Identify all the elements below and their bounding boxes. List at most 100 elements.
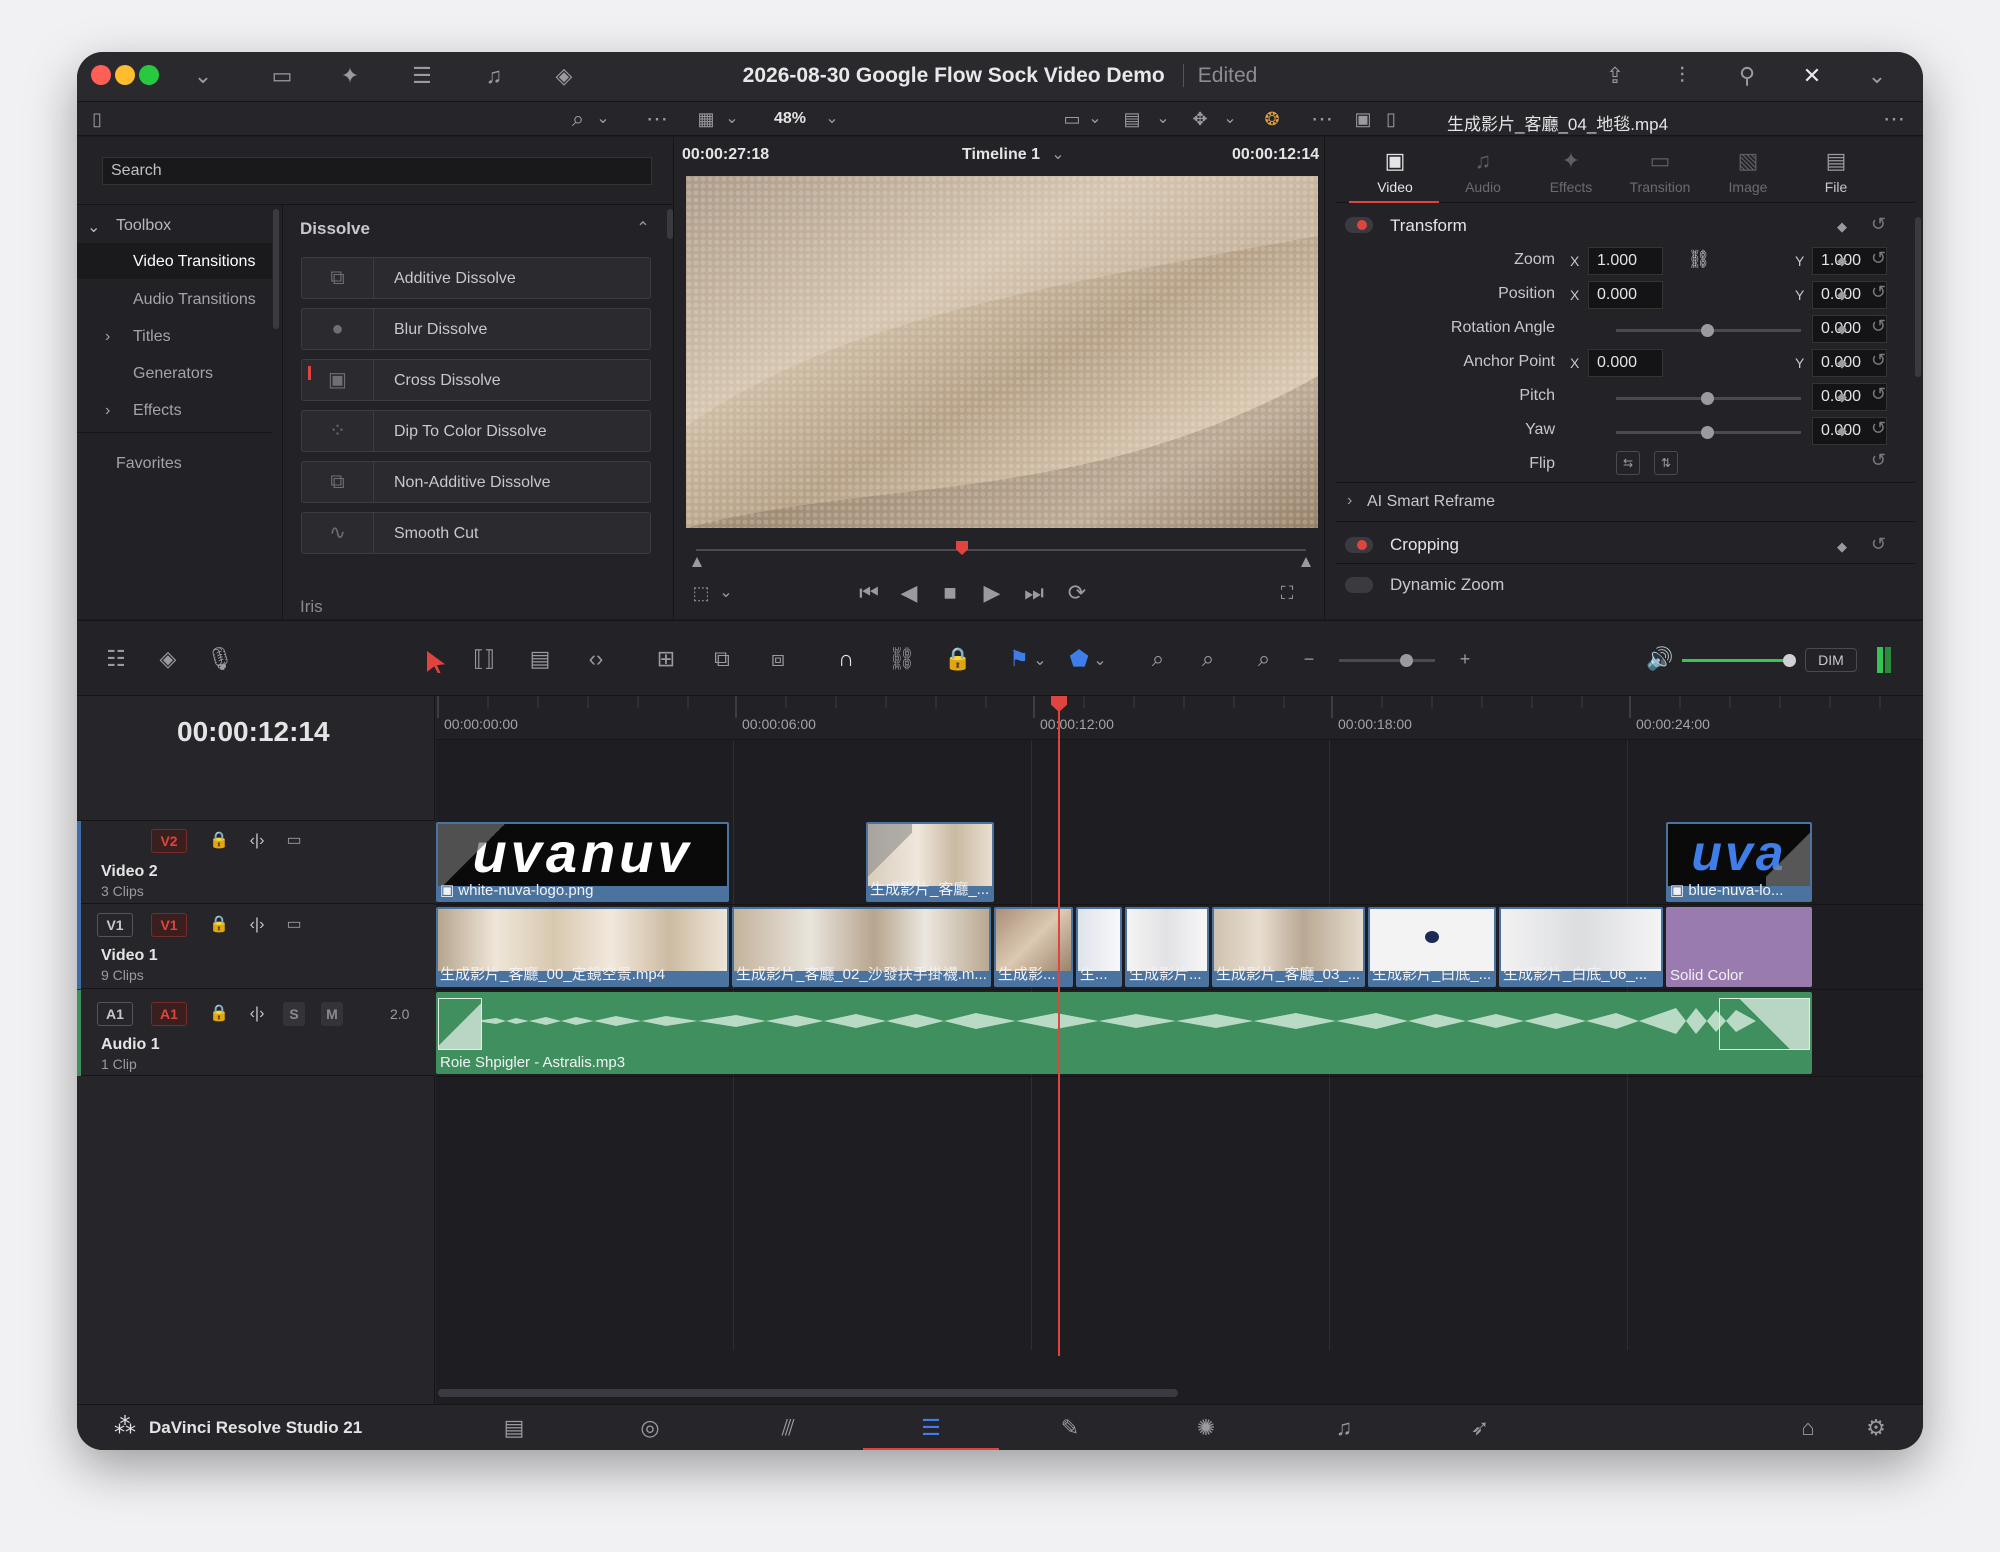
keyframe-diamond-icon[interactable]: ◆ xyxy=(1837,253,1847,269)
lock-icon[interactable]: 🔒 xyxy=(209,913,229,937)
source-patch-a1[interactable]: A1 xyxy=(97,1002,133,1026)
dim-button[interactable]: DIM xyxy=(1805,648,1857,672)
share-icon[interactable]: ⇪ xyxy=(1600,64,1630,88)
transform-toggle[interactable] xyxy=(1345,217,1373,233)
skip-to-end-icon[interactable]: ⏭ xyxy=(1019,581,1049,605)
search-icon[interactable]: ⌕ xyxy=(565,107,591,131)
dynamic-zoom-toggle[interactable] xyxy=(1345,577,1373,593)
timeline-clip-v1[interactable]: 生成影片_客廳_02_沙發扶手掛襪.m... xyxy=(732,907,991,987)
dynamic-zoom-section-header[interactable]: Dynamic Zoom xyxy=(1390,575,1504,595)
lock-icon[interactable]: 🔒 xyxy=(209,829,229,853)
track-destination-a1[interactable]: A1 xyxy=(151,1002,187,1026)
keyframe-diamond-icon[interactable]: ◆ xyxy=(1837,423,1847,439)
tree-item-titles[interactable]: Titles xyxy=(133,328,171,346)
timeline-clip-v1[interactable]: 生成影片_白底_... xyxy=(1368,907,1496,987)
reset-icon[interactable]: ↺ xyxy=(1871,282,1886,303)
color-wheel-icon[interactable]: ❂ xyxy=(1257,107,1287,131)
blade-icon[interactable]: ‹› xyxy=(579,647,613,671)
timeline-clip-solid-color[interactable]: Solid Color xyxy=(1666,907,1812,987)
replace-clip-icon[interactable]: ⧈ xyxy=(761,647,795,671)
collapse-icon[interactable]: ⌃ xyxy=(633,217,653,241)
tree-item-toolbox[interactable]: Toolbox xyxy=(116,217,171,235)
mute-button[interactable]: M xyxy=(321,1002,343,1026)
timeline-clip-v2[interactable]: 生成影片_客廳_... xyxy=(866,822,994,902)
auto-select-icon[interactable]: ‹|› xyxy=(243,1002,271,1026)
link-icon[interactable]: ⛓ xyxy=(1687,247,1711,271)
reset-icon[interactable]: ↺ xyxy=(1871,316,1886,337)
aspect-ratio-icon[interactable]: ▭ xyxy=(1057,107,1087,131)
keyframe-diamond-icon[interactable]: ◆ xyxy=(1837,321,1847,337)
more-options-icon[interactable]: ⋯ xyxy=(1307,107,1337,131)
solo-button[interactable]: S xyxy=(283,1002,305,1026)
viewer-zoom-select[interactable]: 48% xyxy=(774,110,806,128)
timeline-clip-v1[interactable]: 生成影片_客廳_03_... xyxy=(1212,907,1365,987)
loop-icon[interactable]: ⟳ xyxy=(1062,581,1092,605)
chevron-down-icon[interactable]: ⌄ xyxy=(722,107,742,131)
chevron-right-icon[interactable]: › xyxy=(1347,492,1352,510)
more-options-icon[interactable]: ⋯ xyxy=(642,107,672,131)
zoom-detail-icon[interactable]: ⌕ xyxy=(1191,647,1225,671)
chevron-down-icon[interactable]: ⌄ xyxy=(716,581,736,605)
scrollbar[interactable] xyxy=(273,209,279,329)
timeline-options-icon[interactable]: ☷ xyxy=(99,647,133,671)
ai-smart-reframe-section[interactable]: AI Smart Reframe xyxy=(1367,493,1495,511)
cropping-toggle[interactable] xyxy=(1345,537,1373,553)
chevron-down-icon[interactable]: ⌄ xyxy=(1153,107,1173,131)
fairlight-page-icon[interactable]: ⫻ xyxy=(771,1416,805,1440)
stop-icon[interactable]: ■ xyxy=(937,581,963,605)
fusion-page-icon[interactable]: ✎ xyxy=(1053,1416,1087,1440)
auto-select-icon[interactable]: ‹|› xyxy=(243,913,271,937)
chevron-right-icon[interactable]: › xyxy=(105,328,110,346)
transition-cross-dissolve[interactable]: ▣ Cross Dissolve xyxy=(301,359,651,401)
inspector-icon[interactable]: ✕ xyxy=(1797,64,1827,88)
scrollbar[interactable] xyxy=(1915,217,1921,377)
toolbox-chevron-icon[interactable]: ⌄ xyxy=(87,217,100,237)
timeline-clip-v2[interactable]: uva ▣ blue-nuva-lo... xyxy=(1666,822,1812,902)
tab-audio[interactable]: Audio xyxy=(1455,179,1511,195)
tab-video[interactable]: Video xyxy=(1375,179,1415,195)
track-destination-v1[interactable]: V1 xyxy=(151,913,187,937)
tab-image[interactable]: Image xyxy=(1718,179,1778,195)
tree-item-favorites[interactable]: Favorites xyxy=(116,455,182,473)
yaw-slider-knob[interactable] xyxy=(1701,426,1714,439)
transition-non-additive-dissolve[interactable]: ⧉ Non-Additive Dissolve xyxy=(301,461,651,503)
reset-icon[interactable]: ↺ xyxy=(1871,450,1886,471)
position-x-field[interactable]: 0.000 xyxy=(1588,281,1663,309)
metadata-icon[interactable]: ⚲ xyxy=(1732,64,1762,88)
edit-page-tab[interactable]: ☰ xyxy=(863,1405,999,1450)
reset-icon[interactable]: ↺ xyxy=(1871,350,1886,371)
transition-blur-dissolve[interactable]: ● Blur Dissolve xyxy=(301,308,651,350)
tree-item-generators[interactable]: Generators xyxy=(133,365,213,383)
keyframe-diamond-icon[interactable]: ◆ xyxy=(1837,389,1847,405)
zoom-x-field[interactable]: 1.000 xyxy=(1588,247,1663,275)
keyframe-diamond-icon[interactable]: ◆ xyxy=(1837,355,1847,371)
scrubber-playhead[interactable] xyxy=(956,541,968,555)
skip-to-start-icon[interactable]: ⏮ xyxy=(854,581,884,605)
flip-horizontal-icon[interactable]: ⇆ xyxy=(1616,451,1640,475)
image-icon[interactable]: ▣ xyxy=(1350,107,1376,131)
chevron-down-icon[interactable]: ⌄ xyxy=(1085,107,1105,131)
timeline-scrollbar[interactable] xyxy=(438,1389,1178,1397)
video-preview[interactable] xyxy=(686,176,1318,528)
tab-effects[interactable]: Effects xyxy=(1541,179,1601,195)
timeline-clip-v1[interactable]: 生成影片_客廳_00_定鏡空景.mp4 xyxy=(436,907,729,987)
keyframe-diamond-icon[interactable]: ◆ xyxy=(1837,287,1847,303)
lock-icon[interactable]: 🔒 xyxy=(941,647,975,671)
lock-icon[interactable]: 🔒 xyxy=(209,1002,229,1026)
chevron-down-icon[interactable]: ⌄ xyxy=(1048,143,1068,167)
viewer-layout-icon[interactable]: ▦ xyxy=(692,107,720,131)
more-options-icon[interactable]: ⋯ xyxy=(1879,107,1909,131)
deliver-page-icon[interactable]: ➶ xyxy=(1463,1416,1497,1440)
volume-slider[interactable] xyxy=(1682,659,1790,662)
reset-icon[interactable]: ↺ xyxy=(1871,214,1886,235)
color-page-icon[interactable]: ✺ xyxy=(1189,1416,1223,1440)
timeline-clip-v1[interactable]: 生成影片... xyxy=(1125,907,1209,987)
play-reverse-icon[interactable]: ◀ xyxy=(896,581,922,605)
transform-section-header[interactable]: Transform xyxy=(1390,216,1467,236)
chevron-down-icon[interactable]: ⌄ xyxy=(822,107,842,131)
in-point-marker[interactable] xyxy=(692,557,702,567)
flip-vertical-icon[interactable]: ⇅ xyxy=(1654,451,1678,475)
timeline-clip-v2[interactable]: uvanuv ▣ white-nuva-logo.png xyxy=(436,822,729,902)
tree-item-audio-transitions[interactable]: Audio Transitions xyxy=(133,291,256,309)
tab-file[interactable]: File xyxy=(1806,179,1866,195)
